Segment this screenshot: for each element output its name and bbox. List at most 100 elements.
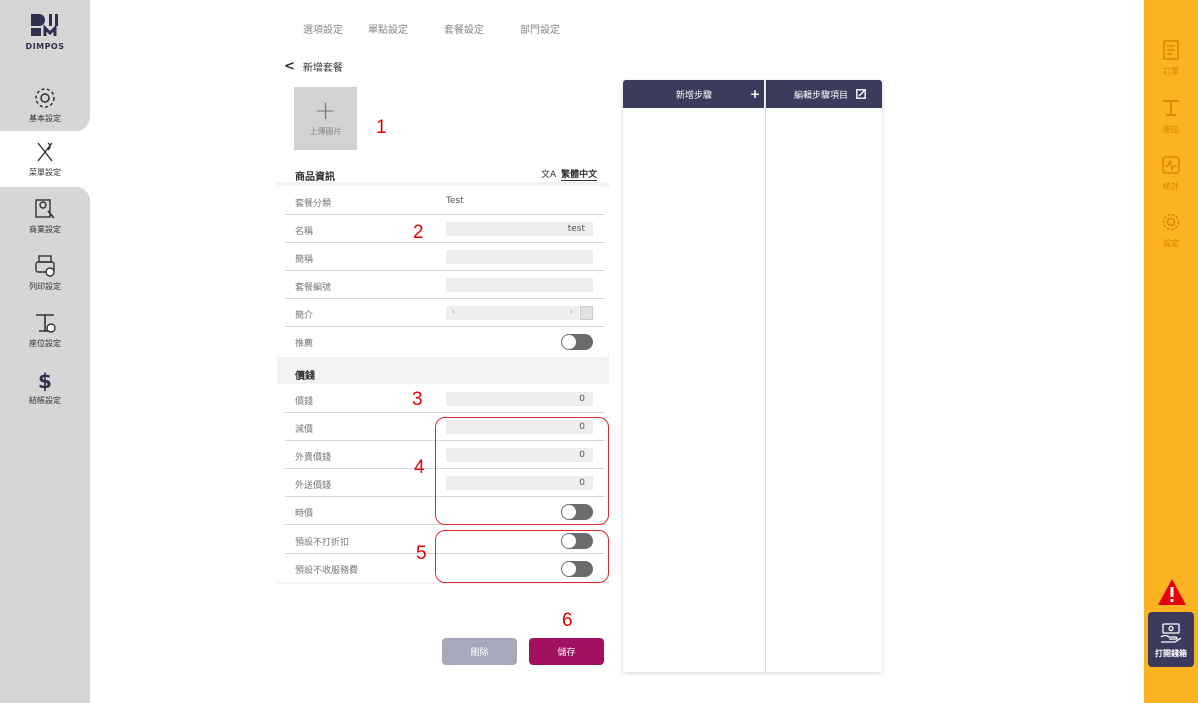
row-label: 推薦 (295, 339, 314, 349)
sidebar-item-label: 基本設定 (29, 114, 61, 123)
row-recommend: 推薦 (285, 327, 605, 355)
sidebar-item-menu-settings[interactable]: 菜單設定 (0, 117, 90, 201)
open-cash-drawer-button[interactable]: 打開錢箱 (1148, 612, 1194, 667)
annotation-5: 5 (416, 543, 427, 564)
steps-divider (765, 80, 766, 672)
row-label: 名稱 (295, 227, 314, 237)
sidebar-item-seat-settings[interactable]: 座位設定 (0, 302, 90, 358)
table-icon (36, 314, 56, 333)
rightbar-item-label: 統計 (1163, 182, 1179, 191)
price-input[interactable]: 0 (446, 392, 593, 406)
short-name-input[interactable] (446, 250, 593, 264)
translate-icon: 文A (541, 170, 557, 180)
gear-icon (1162, 213, 1180, 231)
annotation-4: 4 (414, 457, 425, 478)
logo: DIMPOS (0, 12, 90, 51)
row-label: 外送價錢 (295, 481, 332, 491)
left-sidebar: DIMPOS 基本設定 菜單設定 商業設定 列印設定 座位設定 $ 結帳設定 (0, 0, 90, 703)
edit-step-items-button[interactable]: 編輯步驟項目 (766, 80, 882, 108)
back-button[interactable]: < 新增套餐 (284, 59, 343, 74)
rightbar-item-orders[interactable]: 訂單 (1144, 40, 1198, 77)
dimpos-logo-icon (31, 14, 58, 36)
logo-text: DIMPOS (25, 42, 65, 51)
order-icon (1163, 40, 1179, 60)
delete-button[interactable]: 刪除 (442, 638, 517, 665)
recommend-toggle[interactable] (561, 334, 593, 350)
rightbar-item-stats[interactable]: 統計 (1144, 155, 1198, 192)
drawer-label: 打開錢箱 (1155, 648, 1187, 658)
chevron-left-icon: < (284, 59, 295, 74)
annotation-2: 2 (413, 222, 424, 243)
row-label: 簡介 (295, 311, 314, 321)
description-input[interactable]: ‹ › (446, 306, 579, 320)
edit-icon (856, 89, 866, 99)
row-price: 價錢 0 (285, 385, 605, 413)
row-name: 名稱 test (285, 215, 605, 243)
tab-combos[interactable]: 套餐設定 (444, 21, 484, 36)
row-combo-number: 套餐編號 (285, 271, 605, 299)
language-selector[interactable]: 文A 繁體中文 (541, 167, 598, 181)
sidebar-item-label: 座位設定 (29, 339, 61, 348)
sidebar-item-label: 菜單設定 (29, 168, 61, 177)
row-label: 套餐編號 (295, 283, 332, 293)
rightbar-item-settings[interactable]: 設定 (1144, 212, 1198, 249)
row-label: 預設不打折扣 (295, 538, 350, 548)
add-step-button[interactable]: 新增步驟 + (623, 80, 764, 108)
edit-step-label: 編輯步驟項目 (794, 90, 849, 101)
scroll-left-icon[interactable]: ‹ (452, 307, 455, 316)
sidebar-item-print-settings[interactable]: 列印設定 (0, 245, 90, 301)
menu-settings-icon (35, 199, 55, 219)
sidebar-item-label: 列印設定 (29, 282, 61, 291)
rightbar-item-label: 訂單 (1163, 67, 1179, 76)
sidebar-item-business-settings[interactable]: 商業設定 (0, 188, 90, 244)
tab-departments[interactable]: 部門設定 (520, 21, 560, 36)
row-label: 價錢 (295, 397, 314, 407)
plus-icon: + (314, 96, 337, 126)
rightbar-item-label: 座位 (1163, 125, 1179, 134)
steps-panel (623, 80, 882, 672)
row-short-name: 簡稱 (285, 243, 605, 271)
row-label: 套餐分類 (295, 199, 332, 209)
combo-category-value[interactable]: Test (446, 196, 464, 206)
gear-icon (35, 88, 55, 108)
page-title: 新增套餐 (302, 63, 343, 74)
annotation-6: 6 (562, 610, 573, 631)
upload-label: 上傳圖片 (309, 127, 342, 136)
tab-options[interactable]: 選項設定 (303, 21, 343, 36)
row-label: 預設不收服務費 (295, 566, 359, 576)
row-combo-category: 套餐分類 Test (285, 187, 605, 215)
rightbar-item-label: 設定 (1163, 239, 1179, 248)
row-label: 時價 (295, 509, 314, 519)
stats-icon (1162, 156, 1180, 174)
plus-icon: + (750, 87, 761, 101)
scroll-right-icon[interactable]: › (570, 307, 573, 316)
row-label: 減價 (295, 425, 314, 435)
annotation-3: 3 (412, 389, 423, 410)
fork-knife-icon (37, 142, 53, 162)
save-button[interactable]: 儲存 (529, 638, 604, 665)
combo-number-input[interactable] (446, 278, 593, 292)
sidebar-item-checkout-settings[interactable]: $ 結帳設定 (0, 360, 90, 416)
product-info-title: 商品資訊 (295, 172, 335, 183)
cash-drawer-icon (1160, 622, 1182, 643)
sidebar-item-label: 商業設定 (29, 225, 61, 234)
annotation-box-4 (435, 417, 609, 525)
sidebar-item-label: 結帳設定 (29, 396, 61, 405)
annotation-box-5 (435, 530, 609, 583)
language-label: 繁體中文 (561, 167, 598, 181)
row-label: 簡稱 (295, 255, 314, 265)
annotation-1: 1 (376, 117, 387, 138)
printer-icon (35, 255, 55, 277)
warning-icon[interactable] (1157, 578, 1187, 606)
resize-handle[interactable] (580, 306, 593, 320)
dollar-icon: $ (38, 369, 52, 393)
name-input[interactable]: test (446, 222, 593, 236)
row-label: 外賣價錢 (295, 453, 332, 463)
row-description: 簡介 ‹ › (285, 299, 605, 327)
rightbar-item-seats[interactable]: 座位 (1144, 98, 1198, 135)
upload-image-button[interactable]: + 上傳圖片 (294, 87, 357, 150)
table-icon (1163, 100, 1179, 116)
add-step-label: 新增步驟 (676, 90, 713, 101)
right-sidebar: 訂單 座位 統計 設定 打開錢箱 (1144, 0, 1198, 703)
tab-single-items[interactable]: 單點設定 (368, 21, 408, 36)
